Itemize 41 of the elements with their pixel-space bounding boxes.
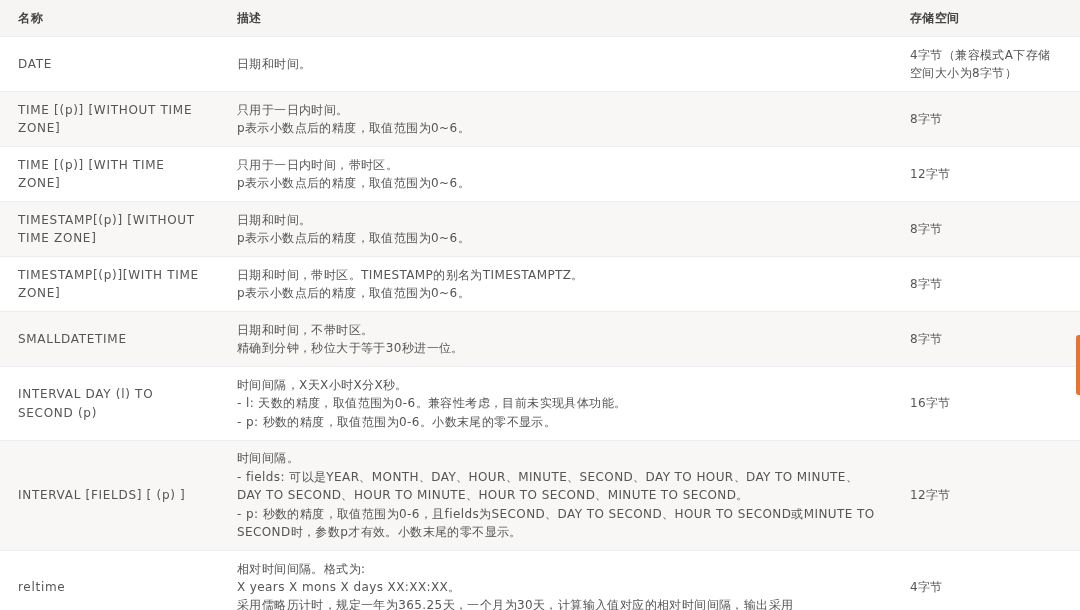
storage-size: 16字节 <box>910 395 952 413</box>
description-line: 只用于一日内时间，带时区。 <box>237 157 400 174</box>
description-line: 相对时间间隔。格式为: <box>237 560 367 578</box>
column-header: 描述 <box>237 11 262 25</box>
type-name: DATE <box>18 56 54 74</box>
type-name: TIMESTAMP[(p)] [WITHOUT TIME ZONE] <box>18 212 196 248</box>
storage-size: 4字节（兼容模式A下存储空间大小为8字节） <box>910 47 1052 83</box>
type-name: TIME [(p)] [WITHOUT TIME ZONE] <box>18 102 194 138</box>
type-name: SMALLDATETIME <box>18 331 128 349</box>
description-line: 日期和时间。 <box>237 56 313 74</box>
description-line: p表示小数点后的精度，取值范围为0~6。 <box>237 120 471 138</box>
description-line: p表示小数点后的精度，取值范围为0~6。 <box>237 285 471 303</box>
description-line: - p: 秒数的精度，取值范围为0-6，且fields为SECOND、DAY TO SECOND、HOUR TO SECOND或MINUTE TO SECOND时，参数p才有效。小数末尾的零不显示。 <box>237 505 876 542</box>
type-name: reltime <box>18 579 67 597</box>
description-line: p表示小数点后的精度，取值范围为0~6。 <box>237 175 471 193</box>
storage-size: 8字节 <box>910 331 944 349</box>
storage-size: 12字节 <box>910 487 952 505</box>
description-line: - p: 秒数的精度，取值范围为0-6。小数末尾的零不显示。 <box>237 413 558 431</box>
column-header: 名称 <box>18 10 45 27</box>
description-line: 日期和时间，不带时区。 <box>237 322 375 339</box>
type-name: TIME [(p)] [WITH TIME ZONE] <box>18 157 166 193</box>
description-line: 日期和时间，带时区。TIMESTAMP的别名为TIMESTAMPTZ。 <box>237 267 585 284</box>
column-header: 存储空间 <box>910 10 961 27</box>
storage-size: 12字节 <box>910 166 952 184</box>
description-line: 精确到分钟，秒位大于等于30秒进一位。 <box>237 340 465 358</box>
storage-size: 8字节 <box>910 111 944 129</box>
type-name: INTERVAL DAY (l) TO SECOND (p) <box>18 386 155 422</box>
side-tab[interactable] <box>1076 335 1080 395</box>
description-line: 时间间隔，X天X小时X分X秒。 <box>237 377 409 394</box>
type-name: TIMESTAMP[(p)][WITH TIME ZONE] <box>18 267 200 303</box>
description-line: - fields: 可以是YEAR、MONTH、DAY、HOUR、MINUTE、SECOND、DAY TO HOUR、DAY TO MINUTE、DAY TO SECOND、HOUR TO MINUTE、HOUR TO SECOND、MINUTE TO SECOND。 <box>237 468 860 505</box>
storage-size: 8字节 <box>910 276 944 294</box>
description-line: 时间间隔。 <box>237 450 300 468</box>
description-line: p表示小数点后的精度，取值范围为0~6。 <box>237 230 471 248</box>
storage-size: 8字节 <box>910 221 944 239</box>
storage-size: 4字节 <box>910 579 944 597</box>
description-line: - l: 天数的精度，取值范围为0-6。兼容性考虑，目前未实现具体功能。 <box>237 395 628 413</box>
description-line: 只用于一日内时间。 <box>237 102 350 119</box>
type-name: INTERVAL [FIELDS] [ (p) ] <box>18 487 187 505</box>
description-line: X years X mons X days XX:XX:XX。 <box>237 579 462 597</box>
description-line: 日期和时间。 <box>237 212 313 229</box>
